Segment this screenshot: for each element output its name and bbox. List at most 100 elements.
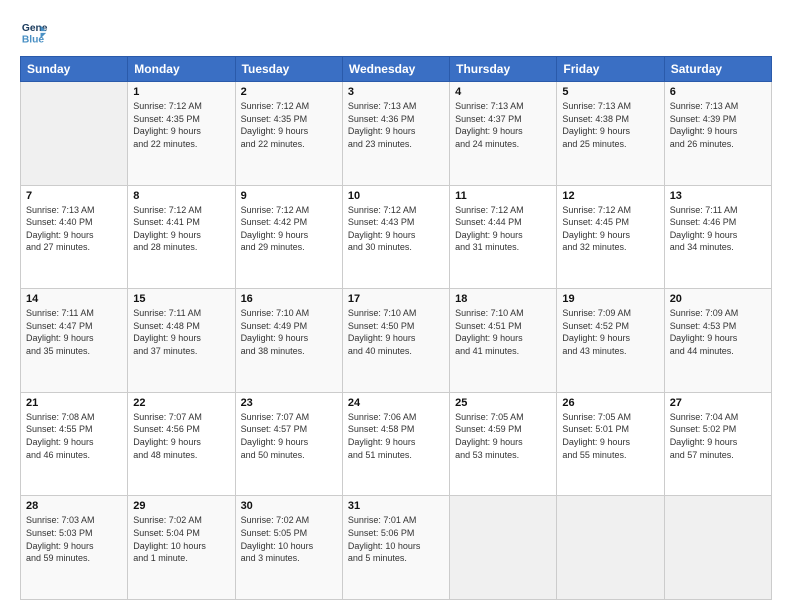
day-info: Sunrise: 7:04 AM Sunset: 5:02 PM Dayligh…	[670, 411, 766, 461]
day-number: 9	[241, 190, 337, 202]
calendar-cell: 13 Sunrise: 7:11 AM Sunset: 4:46 PM Dayli…	[664, 185, 771, 289]
calendar-cell: 7 Sunrise: 7:13 AM Sunset: 4:40 PM Daylig…	[21, 185, 128, 289]
day-number: 20	[670, 293, 766, 305]
day-number: 10	[348, 190, 444, 202]
calendar-cell: 24Sunrise: 7:06 AM Sunset: 4:58 PM Dayli…	[342, 392, 449, 496]
day-info: Sunrise: 7:05 AM Sunset: 4:59 PM Dayligh…	[455, 411, 551, 461]
day-info: Sunrise: 7:12 AM Sunset: 4:35 PM Dayligh…	[133, 100, 229, 150]
day-info: Sunrise: 7:12 AM Sunset: 4:45 PM Dayligh…	[562, 204, 658, 254]
day-info: Sunrise: 7:12 AM Sunset: 4:41 PM Dayligh…	[133, 204, 229, 254]
day-number: 27	[670, 397, 766, 409]
day-number: 13	[670, 190, 766, 202]
weekday-header-tuesday: Tuesday	[235, 57, 342, 82]
day-number: 25	[455, 397, 551, 409]
calendar-cell: 29 Sunrise: 7:02 AM Sunset: 5:04 PM Dayli…	[128, 496, 235, 600]
weekday-header-monday: Monday	[128, 57, 235, 82]
page: General Blue SundayMondayTuesdayWednesda…	[0, 0, 792, 612]
day-info: Sunrise: 7:10 AM Sunset: 4:50 PM Dayligh…	[348, 307, 444, 357]
day-info: Sunrise: 7:02 AM Sunset: 5:05 PM Dayligh…	[241, 514, 337, 564]
calendar-week-3: 21 Sunrise: 7:08 AM Sunset: 4:55 PM Dayli…	[21, 392, 772, 496]
weekday-header-friday: Friday	[557, 57, 664, 82]
day-info: Sunrise: 7:13 AM Sunset: 4:40 PM Dayligh…	[26, 204, 122, 254]
day-number: 31	[348, 500, 444, 512]
calendar-week-2: 14Sunrise: 7:11 AM Sunset: 4:47 PM Dayli…	[21, 289, 772, 393]
day-info: Sunrise: 7:02 AM Sunset: 5:04 PM Dayligh…	[133, 514, 229, 564]
day-info: Sunrise: 7:13 AM Sunset: 4:39 PM Dayligh…	[670, 100, 766, 150]
calendar-cell: 1 Sunrise: 7:12 AM Sunset: 4:35 PM Daylig…	[128, 82, 235, 186]
day-info: Sunrise: 7:12 AM Sunset: 4:44 PM Dayligh…	[455, 204, 551, 254]
day-number: 1	[133, 86, 229, 98]
calendar-header: SundayMondayTuesdayWednesdayThursdayFrid…	[21, 57, 772, 82]
calendar-week-0: 1 Sunrise: 7:12 AM Sunset: 4:35 PM Daylig…	[21, 82, 772, 186]
calendar-body: 1 Sunrise: 7:12 AM Sunset: 4:35 PM Daylig…	[21, 82, 772, 600]
day-number: 28	[26, 500, 122, 512]
calendar-cell: 16 Sunrise: 7:10 AM Sunset: 4:49 PM Dayli…	[235, 289, 342, 393]
day-info: Sunrise: 7:03 AM Sunset: 5:03 PM Dayligh…	[26, 514, 122, 564]
day-info: Sunrise: 7:12 AM Sunset: 4:42 PM Dayligh…	[241, 204, 337, 254]
calendar-cell: 17 Sunrise: 7:10 AM Sunset: 4:50 PM Dayli…	[342, 289, 449, 393]
day-number: 8	[133, 190, 229, 202]
calendar-cell: 20Sunrise: 7:09 AM Sunset: 4:53 PM Dayli…	[664, 289, 771, 393]
day-number: 18	[455, 293, 551, 305]
day-info: Sunrise: 7:07 AM Sunset: 4:56 PM Dayligh…	[133, 411, 229, 461]
calendar-cell	[450, 496, 557, 600]
calendar-cell: 14Sunrise: 7:11 AM Sunset: 4:47 PM Dayli…	[21, 289, 128, 393]
day-number: 30	[241, 500, 337, 512]
day-number: 19	[562, 293, 658, 305]
day-info: Sunrise: 7:05 AM Sunset: 5:01 PM Dayligh…	[562, 411, 658, 461]
calendar-week-1: 7 Sunrise: 7:13 AM Sunset: 4:40 PM Daylig…	[21, 185, 772, 289]
day-info: Sunrise: 7:10 AM Sunset: 4:51 PM Dayligh…	[455, 307, 551, 357]
day-number: 5	[562, 86, 658, 98]
day-info: Sunrise: 7:10 AM Sunset: 4:49 PM Dayligh…	[241, 307, 337, 357]
calendar-cell: 15 Sunrise: 7:11 AM Sunset: 4:48 PM Dayli…	[128, 289, 235, 393]
day-info: Sunrise: 7:09 AM Sunset: 4:52 PM Dayligh…	[562, 307, 658, 357]
calendar-cell: 31 Sunrise: 7:01 AM Sunset: 5:06 PM Dayli…	[342, 496, 449, 600]
calendar-cell: 2 Sunrise: 7:12 AM Sunset: 4:35 PM Daylig…	[235, 82, 342, 186]
day-info: Sunrise: 7:01 AM Sunset: 5:06 PM Dayligh…	[348, 514, 444, 564]
weekday-row: SundayMondayTuesdayWednesdayThursdayFrid…	[21, 57, 772, 82]
day-info: Sunrise: 7:07 AM Sunset: 4:57 PM Dayligh…	[241, 411, 337, 461]
day-number: 29	[133, 500, 229, 512]
calendar-table: SundayMondayTuesdayWednesdayThursdayFrid…	[20, 56, 772, 600]
calendar-cell: 6 Sunrise: 7:13 AM Sunset: 4:39 PM Daylig…	[664, 82, 771, 186]
day-number: 23	[241, 397, 337, 409]
day-number: 14	[26, 293, 122, 305]
weekday-header-thursday: Thursday	[450, 57, 557, 82]
weekday-header-sunday: Sunday	[21, 57, 128, 82]
calendar-cell: 8 Sunrise: 7:12 AM Sunset: 4:41 PM Daylig…	[128, 185, 235, 289]
day-info: Sunrise: 7:13 AM Sunset: 4:38 PM Dayligh…	[562, 100, 658, 150]
day-info: Sunrise: 7:12 AM Sunset: 4:35 PM Dayligh…	[241, 100, 337, 150]
calendar-cell: 3Sunrise: 7:13 AM Sunset: 4:36 PM Daylig…	[342, 82, 449, 186]
calendar-cell: 10 Sunrise: 7:12 AM Sunset: 4:43 PM Dayli…	[342, 185, 449, 289]
day-number: 22	[133, 397, 229, 409]
day-number: 24	[348, 397, 444, 409]
day-info: Sunrise: 7:08 AM Sunset: 4:55 PM Dayligh…	[26, 411, 122, 461]
header: General Blue	[20, 18, 772, 46]
day-number: 21	[26, 397, 122, 409]
day-number: 17	[348, 293, 444, 305]
day-number: 15	[133, 293, 229, 305]
calendar-cell: 21 Sunrise: 7:08 AM Sunset: 4:55 PM Dayli…	[21, 392, 128, 496]
calendar-cell: 5 Sunrise: 7:13 AM Sunset: 4:38 PM Daylig…	[557, 82, 664, 186]
calendar-cell: 23 Sunrise: 7:07 AM Sunset: 4:57 PM Dayli…	[235, 392, 342, 496]
logo: General Blue	[20, 18, 52, 46]
calendar-cell: 9 Sunrise: 7:12 AM Sunset: 4:42 PM Daylig…	[235, 185, 342, 289]
day-number: 7	[26, 190, 122, 202]
calendar-cell: 27 Sunrise: 7:04 AM Sunset: 5:02 PM Dayli…	[664, 392, 771, 496]
day-info: Sunrise: 7:12 AM Sunset: 4:43 PM Dayligh…	[348, 204, 444, 254]
day-info: Sunrise: 7:11 AM Sunset: 4:46 PM Dayligh…	[670, 204, 766, 254]
calendar-week-4: 28 Sunrise: 7:03 AM Sunset: 5:03 PM Dayli…	[21, 496, 772, 600]
calendar-cell: 28 Sunrise: 7:03 AM Sunset: 5:03 PM Dayli…	[21, 496, 128, 600]
calendar-cell: 26Sunrise: 7:05 AM Sunset: 5:01 PM Dayli…	[557, 392, 664, 496]
day-number: 2	[241, 86, 337, 98]
day-info: Sunrise: 7:11 AM Sunset: 4:48 PM Dayligh…	[133, 307, 229, 357]
day-number: 6	[670, 86, 766, 98]
calendar-cell	[664, 496, 771, 600]
svg-text:General: General	[22, 23, 48, 34]
day-number: 12	[562, 190, 658, 202]
day-number: 4	[455, 86, 551, 98]
day-number: 16	[241, 293, 337, 305]
calendar-cell: 11Sunrise: 7:12 AM Sunset: 4:44 PM Dayli…	[450, 185, 557, 289]
weekday-header-saturday: Saturday	[664, 57, 771, 82]
calendar-cell: 18 Sunrise: 7:10 AM Sunset: 4:51 PM Dayli…	[450, 289, 557, 393]
